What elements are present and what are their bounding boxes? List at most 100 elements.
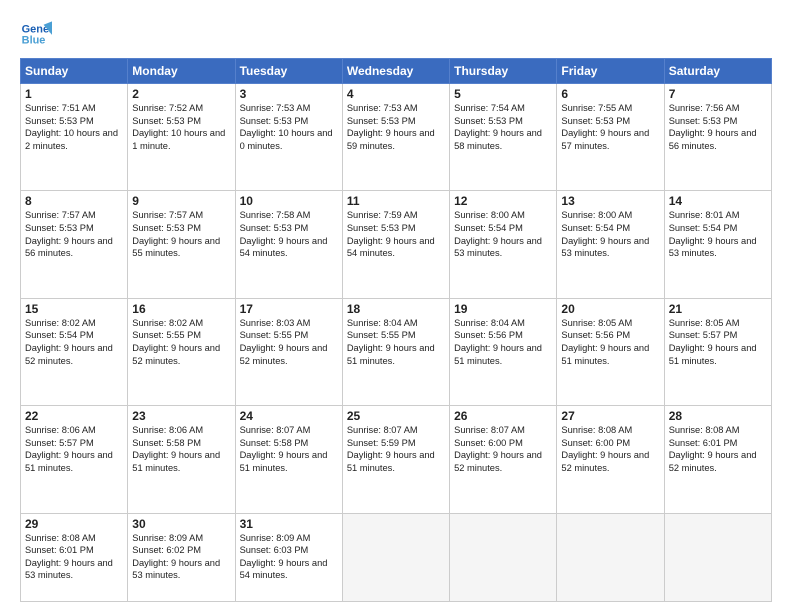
- day-number: 6: [561, 87, 659, 101]
- day-info: Sunrise: 7:58 AMSunset: 5:53 PMDaylight:…: [240, 209, 338, 259]
- calendar-cell: 23Sunrise: 8:06 AMSunset: 5:58 PMDayligh…: [128, 406, 235, 513]
- day-number: 21: [669, 302, 767, 316]
- day-number: 31: [240, 517, 338, 531]
- calendar-cell: 9Sunrise: 7:57 AMSunset: 5:53 PMDaylight…: [128, 191, 235, 298]
- calendar-cell: 19Sunrise: 8:04 AMSunset: 5:56 PMDayligh…: [450, 298, 557, 405]
- day-number: 18: [347, 302, 445, 316]
- calendar-cell: 29Sunrise: 8:08 AMSunset: 6:01 PMDayligh…: [21, 513, 128, 601]
- day-info: Sunrise: 7:52 AMSunset: 5:53 PMDaylight:…: [132, 102, 230, 152]
- calendar-cell: 31Sunrise: 8:09 AMSunset: 6:03 PMDayligh…: [235, 513, 342, 601]
- calendar-cell: 11Sunrise: 7:59 AMSunset: 5:53 PMDayligh…: [342, 191, 449, 298]
- day-number: 3: [240, 87, 338, 101]
- calendar-cell: 12Sunrise: 8:00 AMSunset: 5:54 PMDayligh…: [450, 191, 557, 298]
- day-info: Sunrise: 8:02 AMSunset: 5:54 PMDaylight:…: [25, 317, 123, 367]
- weekday-header: Thursday: [450, 59, 557, 84]
- day-number: 23: [132, 409, 230, 423]
- calendar-cell: 15Sunrise: 8:02 AMSunset: 5:54 PMDayligh…: [21, 298, 128, 405]
- day-number: 8: [25, 194, 123, 208]
- calendar-cell: [557, 513, 664, 601]
- day-info: Sunrise: 8:02 AMSunset: 5:55 PMDaylight:…: [132, 317, 230, 367]
- day-info: Sunrise: 8:09 AMSunset: 6:02 PMDaylight:…: [132, 532, 230, 582]
- calendar-cell: 5Sunrise: 7:54 AMSunset: 5:53 PMDaylight…: [450, 84, 557, 191]
- day-number: 22: [25, 409, 123, 423]
- header: General Blue: [20, 18, 772, 50]
- calendar-week-row: 29Sunrise: 8:08 AMSunset: 6:01 PMDayligh…: [21, 513, 772, 601]
- calendar-week-row: 8Sunrise: 7:57 AMSunset: 5:53 PMDaylight…: [21, 191, 772, 298]
- day-info: Sunrise: 8:07 AMSunset: 6:00 PMDaylight:…: [454, 424, 552, 474]
- calendar-cell: 26Sunrise: 8:07 AMSunset: 6:00 PMDayligh…: [450, 406, 557, 513]
- calendar-cell: 21Sunrise: 8:05 AMSunset: 5:57 PMDayligh…: [664, 298, 771, 405]
- day-info: Sunrise: 7:56 AMSunset: 5:53 PMDaylight:…: [669, 102, 767, 152]
- weekday-header: Friday: [557, 59, 664, 84]
- day-info: Sunrise: 7:57 AMSunset: 5:53 PMDaylight:…: [25, 209, 123, 259]
- calendar-cell: 2Sunrise: 7:52 AMSunset: 5:53 PMDaylight…: [128, 84, 235, 191]
- calendar-cell: 30Sunrise: 8:09 AMSunset: 6:02 PMDayligh…: [128, 513, 235, 601]
- day-number: 27: [561, 409, 659, 423]
- day-number: 4: [347, 87, 445, 101]
- calendar-cell: 10Sunrise: 7:58 AMSunset: 5:53 PMDayligh…: [235, 191, 342, 298]
- day-info: Sunrise: 8:09 AMSunset: 6:03 PMDaylight:…: [240, 532, 338, 582]
- weekday-header: Monday: [128, 59, 235, 84]
- day-info: Sunrise: 7:59 AMSunset: 5:53 PMDaylight:…: [347, 209, 445, 259]
- calendar-cell: 16Sunrise: 8:02 AMSunset: 5:55 PMDayligh…: [128, 298, 235, 405]
- day-info: Sunrise: 8:05 AMSunset: 5:57 PMDaylight:…: [669, 317, 767, 367]
- day-number: 26: [454, 409, 552, 423]
- day-number: 25: [347, 409, 445, 423]
- day-number: 30: [132, 517, 230, 531]
- calendar-cell: 8Sunrise: 7:57 AMSunset: 5:53 PMDaylight…: [21, 191, 128, 298]
- day-info: Sunrise: 8:07 AMSunset: 5:58 PMDaylight:…: [240, 424, 338, 474]
- calendar-cell: 6Sunrise: 7:55 AMSunset: 5:53 PMDaylight…: [557, 84, 664, 191]
- day-number: 29: [25, 517, 123, 531]
- calendar-cell: 27Sunrise: 8:08 AMSunset: 6:00 PMDayligh…: [557, 406, 664, 513]
- day-info: Sunrise: 8:08 AMSunset: 6:01 PMDaylight:…: [25, 532, 123, 582]
- logo: General Blue: [20, 18, 52, 50]
- day-number: 15: [25, 302, 123, 316]
- day-info: Sunrise: 8:06 AMSunset: 5:57 PMDaylight:…: [25, 424, 123, 474]
- day-info: Sunrise: 7:54 AMSunset: 5:53 PMDaylight:…: [454, 102, 552, 152]
- calendar-cell: 17Sunrise: 8:03 AMSunset: 5:55 PMDayligh…: [235, 298, 342, 405]
- calendar-cell: 18Sunrise: 8:04 AMSunset: 5:55 PMDayligh…: [342, 298, 449, 405]
- weekday-header: Wednesday: [342, 59, 449, 84]
- day-info: Sunrise: 8:03 AMSunset: 5:55 PMDaylight:…: [240, 317, 338, 367]
- day-info: Sunrise: 8:05 AMSunset: 5:56 PMDaylight:…: [561, 317, 659, 367]
- day-info: Sunrise: 8:04 AMSunset: 5:55 PMDaylight:…: [347, 317, 445, 367]
- day-info: Sunrise: 8:08 AMSunset: 6:00 PMDaylight:…: [561, 424, 659, 474]
- calendar-cell: 14Sunrise: 8:01 AMSunset: 5:54 PMDayligh…: [664, 191, 771, 298]
- calendar-cell: [342, 513, 449, 601]
- day-number: 7: [669, 87, 767, 101]
- day-number: 12: [454, 194, 552, 208]
- day-number: 10: [240, 194, 338, 208]
- day-number: 1: [25, 87, 123, 101]
- day-number: 14: [669, 194, 767, 208]
- calendar-body: 1Sunrise: 7:51 AMSunset: 5:53 PMDaylight…: [21, 84, 772, 602]
- page: General Blue SundayMondayTuesdayWednesda…: [0, 0, 792, 612]
- svg-text:Blue: Blue: [22, 34, 46, 46]
- weekday-header: Tuesday: [235, 59, 342, 84]
- day-info: Sunrise: 7:57 AMSunset: 5:53 PMDaylight:…: [132, 209, 230, 259]
- calendar-cell: 4Sunrise: 7:53 AMSunset: 5:53 PMDaylight…: [342, 84, 449, 191]
- day-number: 28: [669, 409, 767, 423]
- calendar-table: SundayMondayTuesdayWednesdayThursdayFrid…: [20, 58, 772, 602]
- calendar-cell: 22Sunrise: 8:06 AMSunset: 5:57 PMDayligh…: [21, 406, 128, 513]
- calendar-cell: 13Sunrise: 8:00 AMSunset: 5:54 PMDayligh…: [557, 191, 664, 298]
- calendar-week-row: 15Sunrise: 8:02 AMSunset: 5:54 PMDayligh…: [21, 298, 772, 405]
- calendar-cell: 3Sunrise: 7:53 AMSunset: 5:53 PMDaylight…: [235, 84, 342, 191]
- day-info: Sunrise: 8:06 AMSunset: 5:58 PMDaylight:…: [132, 424, 230, 474]
- calendar-cell: [450, 513, 557, 601]
- calendar-cell: 25Sunrise: 8:07 AMSunset: 5:59 PMDayligh…: [342, 406, 449, 513]
- day-info: Sunrise: 7:51 AMSunset: 5:53 PMDaylight:…: [25, 102, 123, 152]
- day-info: Sunrise: 8:07 AMSunset: 5:59 PMDaylight:…: [347, 424, 445, 474]
- weekday-header: Saturday: [664, 59, 771, 84]
- day-number: 2: [132, 87, 230, 101]
- day-info: Sunrise: 7:53 AMSunset: 5:53 PMDaylight:…: [240, 102, 338, 152]
- calendar-cell: 1Sunrise: 7:51 AMSunset: 5:53 PMDaylight…: [21, 84, 128, 191]
- day-info: Sunrise: 8:00 AMSunset: 5:54 PMDaylight:…: [454, 209, 552, 259]
- weekday-header: Sunday: [21, 59, 128, 84]
- day-info: Sunrise: 8:00 AMSunset: 5:54 PMDaylight:…: [561, 209, 659, 259]
- day-info: Sunrise: 7:55 AMSunset: 5:53 PMDaylight:…: [561, 102, 659, 152]
- calendar-header-row: SundayMondayTuesdayWednesdayThursdayFrid…: [21, 59, 772, 84]
- calendar-week-row: 22Sunrise: 8:06 AMSunset: 5:57 PMDayligh…: [21, 406, 772, 513]
- calendar-cell: 7Sunrise: 7:56 AMSunset: 5:53 PMDaylight…: [664, 84, 771, 191]
- day-number: 13: [561, 194, 659, 208]
- day-number: 5: [454, 87, 552, 101]
